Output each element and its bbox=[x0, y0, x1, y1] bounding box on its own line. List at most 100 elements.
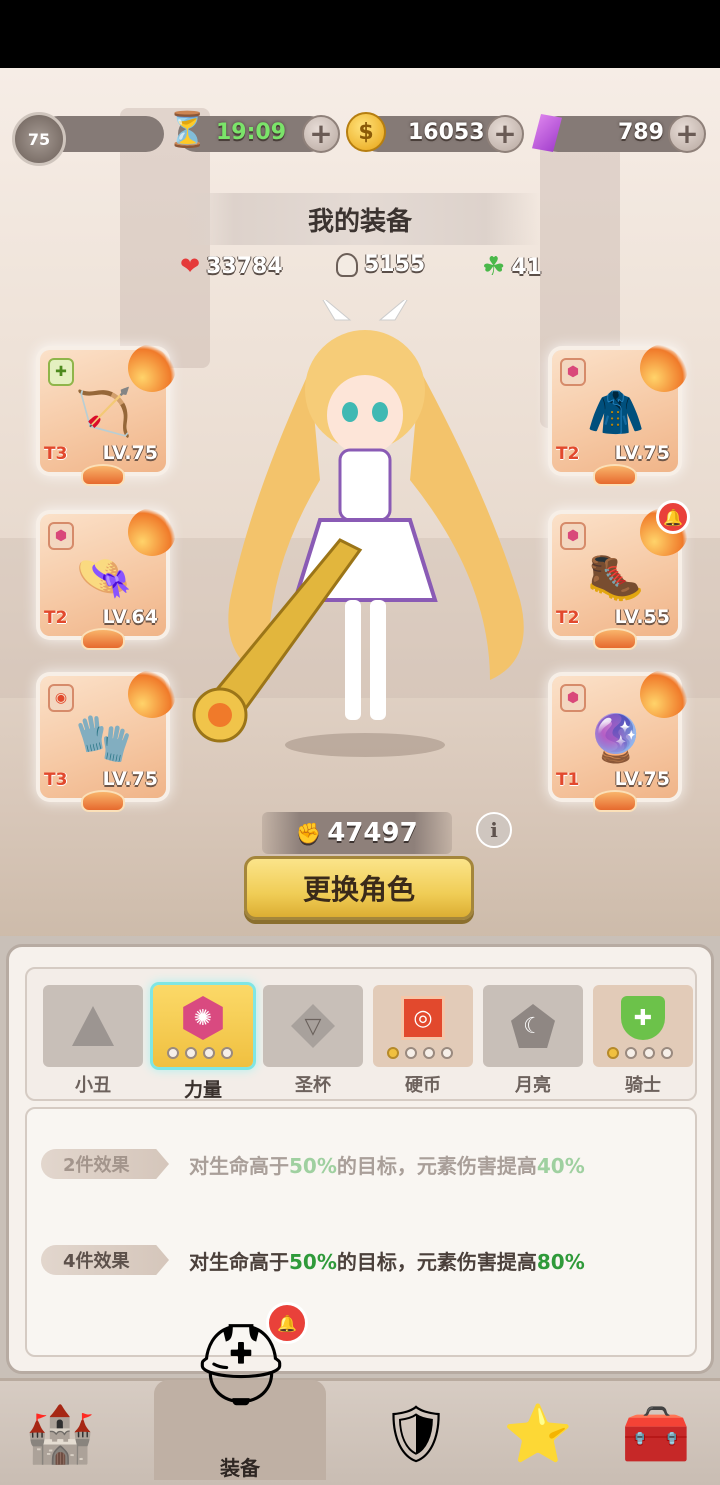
tab-knight[interactable]: ✚ 骑士 bbox=[593, 985, 693, 1096]
gem-count: 789 bbox=[618, 120, 664, 145]
info-button[interactable]: i bbox=[476, 812, 512, 848]
crystal-amulet-icon: 🔮 bbox=[587, 710, 645, 765]
tab-jester[interactable]: 小丑 bbox=[43, 985, 143, 1096]
tab-tile bbox=[43, 985, 143, 1067]
tab-tile: ☾ bbox=[483, 985, 583, 1067]
level-label: LV.64 bbox=[102, 606, 158, 628]
equip-slot-weapon[interactable]: ✚ 🏹 T3 LV.75 bbox=[40, 344, 176, 486]
crest-icon bbox=[593, 464, 637, 486]
crest-icon bbox=[593, 628, 637, 650]
fist-icon: ✊ bbox=[296, 821, 322, 845]
equip-slot-boots[interactable]: ⬢ 🥾 T2 LV.55 bbox=[552, 508, 688, 650]
crossbow-icon: 🏹 bbox=[75, 384, 133, 439]
tab-label: 月亮 bbox=[515, 1075, 551, 1096]
nav-treasure-button[interactable]: 🧰 bbox=[596, 1382, 716, 1485]
pink-hexagon-icon: ✺ bbox=[183, 996, 223, 1040]
energy-timer: 19:09 bbox=[216, 120, 287, 145]
add-coins-button[interactable]: + bbox=[486, 115, 524, 153]
equip-slot-armor[interactable]: ⬢ 🧥 T2 LV.75 bbox=[552, 344, 688, 486]
tab-label: 力量 bbox=[183, 1079, 222, 1101]
tab-tile: ✺ bbox=[153, 985, 253, 1067]
treasure-chest-icon: 🧰 bbox=[621, 1402, 691, 1467]
nav-battle-button[interactable]: 🛡 bbox=[356, 1382, 476, 1485]
tab-tile: ▽ bbox=[263, 985, 363, 1067]
feathered-hat-icon: 👒 bbox=[75, 548, 133, 603]
tab-label: 圣杯 bbox=[295, 1075, 331, 1096]
hero-character bbox=[192, 300, 524, 757]
tier-label: T2 bbox=[556, 444, 580, 464]
fist-icon bbox=[336, 252, 358, 277]
set-progress-dots bbox=[607, 1047, 673, 1059]
panel-frame: 小丑 ✺ 力量 ▽ 圣杯 ◎ 硬币 ☾ 月亮 ✚ 骑士 2件效果 对生命高于50… bbox=[6, 944, 714, 1374]
equip-slot-gloves[interactable]: ◉ 🧤 T3 LV.75 bbox=[40, 670, 176, 812]
coin-icon: $ bbox=[346, 112, 386, 152]
tab-tile: ✚ bbox=[593, 985, 693, 1067]
tier-label: T3 bbox=[44, 770, 68, 790]
hourglass-icon: ⏳ bbox=[166, 110, 209, 150]
chalice-diamond-icon: ▽ bbox=[291, 1004, 335, 1048]
add-energy-button[interactable]: + bbox=[302, 115, 340, 153]
coin-count: 16053 bbox=[408, 120, 485, 145]
red-square-icon: ◎ bbox=[401, 996, 445, 1040]
moon-pentagon-icon: ☾ bbox=[511, 1004, 555, 1048]
collect-star-icon: ⭐ bbox=[503, 1402, 573, 1467]
tier-label: T2 bbox=[44, 608, 68, 628]
effect-description: 对生命高于50%的目标，元素伤害提高80% bbox=[189, 1249, 585, 1274]
effect-description: 对生命高于50%的目标，元素伤害提高40% bbox=[189, 1153, 585, 1178]
gauntlet-icon: 🧤 bbox=[75, 710, 133, 765]
shield-sword-icon: 🛡 bbox=[380, 1402, 452, 1467]
tier-label: T3 bbox=[44, 444, 68, 464]
attack-stat: 5155 bbox=[336, 252, 425, 277]
luck-stat: ☘ 41 bbox=[482, 252, 542, 282]
set-effects-list: 2件效果 对生命高于50%的目标，元素伤害提高40% 4件效果 对生命高于50%… bbox=[25, 1107, 697, 1357]
crest-icon bbox=[81, 628, 125, 650]
tier-label: T2 bbox=[556, 608, 580, 628]
level-label: LV.75 bbox=[614, 442, 670, 464]
tier-label: T1 bbox=[556, 770, 580, 790]
bell-alert-icon: 🔔 bbox=[656, 500, 690, 534]
player-level-badge[interactable]: 75 bbox=[12, 112, 66, 166]
tab-coin[interactable]: ◎ 硬币 bbox=[373, 985, 473, 1096]
level-label: LV.75 bbox=[102, 768, 158, 790]
cloak-icon: 🧥 bbox=[587, 384, 645, 439]
effect-tag: 2件效果 bbox=[41, 1149, 169, 1179]
drop-triangle-icon bbox=[72, 1006, 114, 1046]
nav-collect-button[interactable]: ⭐ bbox=[478, 1382, 598, 1485]
set-progress-dots bbox=[387, 1047, 453, 1059]
green-shield-icon: ✚ bbox=[621, 996, 665, 1040]
nav-castle-button[interactable]: 🏰 bbox=[0, 1382, 120, 1485]
tab-strength[interactable]: ✺ 力量 bbox=[153, 985, 253, 1101]
armored-boots-icon: 🥾 bbox=[587, 548, 645, 603]
set-tabs: 小丑 ✺ 力量 ▽ 圣杯 ◎ 硬币 ☾ 月亮 ✚ 骑士 bbox=[25, 967, 697, 1101]
crest-icon bbox=[593, 790, 637, 812]
tab-label: 硬币 bbox=[405, 1075, 441, 1096]
castle-icon: 🏰 bbox=[25, 1402, 95, 1467]
heart-icon: ❤ bbox=[180, 252, 201, 280]
level-label: LV.55 bbox=[614, 606, 670, 628]
level-label: LV.75 bbox=[614, 768, 670, 790]
add-gems-button[interactable]: + bbox=[668, 115, 706, 153]
tab-moon[interactable]: ☾ 月亮 bbox=[483, 985, 583, 1096]
tab-label: 小丑 bbox=[75, 1075, 111, 1096]
tab-chalice[interactable]: ▽ 圣杯 bbox=[263, 985, 363, 1096]
nav-equipment-label: 装备 bbox=[220, 1456, 260, 1480]
level-label: LV.75 bbox=[102, 442, 158, 464]
status-bar-area bbox=[0, 0, 720, 68]
tab-tile: ◎ bbox=[373, 985, 473, 1067]
clover-icon: ☘ bbox=[482, 252, 506, 282]
equip-slot-amulet[interactable]: ⬢ 🔮 T1 LV.75 bbox=[552, 670, 688, 812]
equip-slot-helmet[interactable]: ⬢ 👒 T2 LV.64 bbox=[40, 508, 176, 650]
effect-tag: 4件效果 bbox=[41, 1245, 169, 1275]
combat-power-display: ✊ 47497 bbox=[262, 812, 452, 854]
switch-character-button[interactable]: 更换角色 bbox=[244, 856, 474, 920]
tab-label: 骑士 bbox=[625, 1075, 661, 1096]
set-progress-dots bbox=[167, 1047, 233, 1059]
page-title: 我的装备 bbox=[180, 193, 540, 245]
effect-4-piece: 4件效果 对生命高于50%的目标，元素伤害提高80% bbox=[41, 1245, 585, 1275]
bell-alert-icon: 🔔 bbox=[266, 1302, 308, 1344]
crest-icon bbox=[81, 790, 125, 812]
set-bonus-panel: 小丑 ✺ 力量 ▽ 圣杯 ◎ 硬币 ☾ 月亮 ✚ 骑士 2件效果 对生命高于50… bbox=[0, 936, 720, 1381]
hp-stat: ❤ 33784 bbox=[180, 252, 283, 280]
crest-icon bbox=[81, 464, 125, 486]
effect-2-piece: 2件效果 对生命高于50%的目标，元素伤害提高40% bbox=[41, 1149, 585, 1179]
